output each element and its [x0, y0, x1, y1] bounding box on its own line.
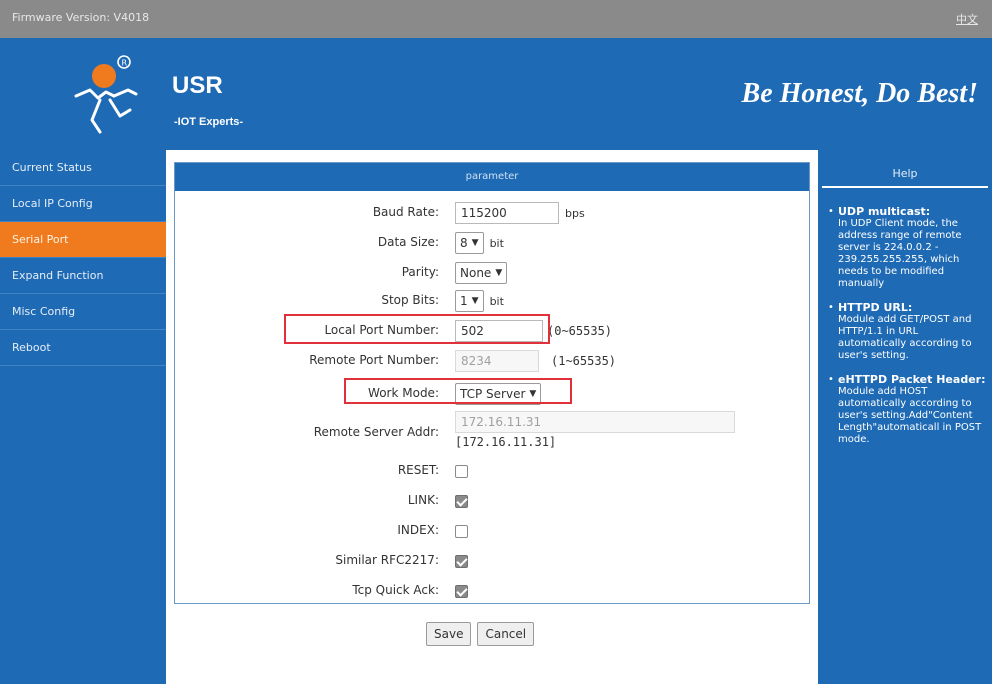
nav-item-current-status[interactable]: Current Status: [0, 150, 166, 186]
work-mode-highlight: [344, 378, 572, 404]
remote-port-row: Remote Port Number: 8234 (1~65535): [175, 349, 811, 373]
help-item-text: Module add GET/POST and HTTP/1.1 in URL …: [838, 314, 972, 361]
chevron-down-icon: ▼: [495, 268, 503, 278]
parity-row: Parity: None ▼: [175, 261, 811, 285]
baud-rate-label: Baud Rate:: [372, 205, 439, 219]
remote-server-current: [172.16.11.31]: [455, 435, 557, 449]
remote-port-input[interactable]: 8234: [455, 350, 539, 372]
local-port-highlight: [284, 314, 550, 344]
save-button[interactable]: Save: [426, 622, 472, 646]
link-checkbox[interactable]: [455, 494, 468, 508]
firmware-version: Firmware Version: V4018: [12, 11, 150, 24]
help-panel: Help UDP multicast: In UDP Client mode, …: [818, 150, 992, 684]
tcp-quick-ack-label: Tcp Quick Ack:: [352, 583, 439, 597]
svg-text:R: R: [122, 59, 128, 68]
sidebar-nav: Current Status Local IP Config Serial Po…: [0, 150, 166, 684]
stop-bits-label: Stop Bits:: [381, 293, 439, 307]
rfc2217-label: Similar RFC2217:: [335, 553, 439, 567]
cancel-button[interactable]: Cancel: [477, 622, 535, 646]
tcp-quick-ack-checkbox[interactable]: [455, 584, 468, 598]
link-label: LINK:: [407, 493, 439, 507]
slogan: Be Honest, Do Best!: [741, 78, 978, 109]
nav-item-misc-config[interactable]: Misc Config: [0, 294, 166, 330]
tcp-quick-ack-row: Tcp Quick Ack:: [175, 579, 811, 603]
stop-bits-row: Stop Bits: 1 ▼ bit: [175, 289, 811, 313]
brand-name: USR: [172, 72, 223, 99]
remote-port-range: (1~65535): [551, 354, 617, 368]
rfc2217-checkbox[interactable]: [455, 554, 468, 568]
stop-bits-value: 1: [460, 294, 468, 308]
rfc2217-row: Similar RFC2217:: [175, 549, 811, 573]
top-bar: Firmware Version: V4018 中文: [0, 0, 992, 38]
chevron-down-icon: ▼: [471, 296, 479, 306]
usr-logo-icon: R: [74, 55, 138, 134]
help-item-title: eHTTPD Packet Header:: [838, 373, 986, 386]
reset-row: RESET:: [175, 459, 811, 483]
help-title: Help: [822, 160, 988, 188]
help-item-text: In UDP Client mode, the address range of…: [838, 218, 962, 289]
reset-label: RESET:: [397, 463, 439, 477]
nav-item-serial-port[interactable]: Serial Port: [0, 222, 166, 258]
data-size-select[interactable]: 8 ▼: [455, 232, 484, 254]
index-checkbox[interactable]: [455, 524, 468, 538]
chevron-down-icon: ▼: [471, 238, 479, 248]
help-item-title: UDP multicast:: [838, 205, 931, 218]
stop-bits-select[interactable]: 1 ▼: [455, 290, 484, 312]
reset-checkbox[interactable]: [455, 464, 468, 478]
help-item: HTTPD URL: Module add GET/POST and HTTP/…: [828, 302, 988, 362]
remote-server-label: Remote Server Addr:: [313, 425, 439, 439]
remote-server-row: Remote Server Addr: 172.16.11.31 [172.16…: [175, 411, 811, 455]
help-item: eHTTPD Packet Header: Module add HOST au…: [828, 374, 988, 446]
baud-rate-unit: bps: [565, 206, 585, 220]
index-row: INDEX:: [175, 519, 811, 543]
link-row: LINK:: [175, 489, 811, 513]
data-size-unit: bit: [489, 236, 504, 250]
help-item-text: Module add HOST automatically according …: [838, 386, 982, 445]
header-banner: R USR -IOT Experts- Be Honest, Do Best!: [0, 38, 992, 150]
baud-rate-input[interactable]: 115200: [455, 202, 559, 224]
remote-server-input[interactable]: 172.16.11.31: [455, 411, 735, 433]
remote-port-label: Remote Port Number:: [309, 353, 439, 367]
panel-title: parameter: [175, 163, 809, 191]
help-body: UDP multicast: In UDP Client mode, the a…: [818, 206, 992, 458]
parity-select[interactable]: None ▼: [455, 262, 508, 284]
help-item-title: HTTPD URL:: [838, 301, 913, 314]
index-label: INDEX:: [397, 523, 439, 537]
brand-subtitle: -IOT Experts-: [174, 116, 244, 128]
nav-item-expand-function[interactable]: Expand Function: [0, 258, 166, 294]
parity-value: None: [460, 266, 492, 280]
nav-item-local-ip-config[interactable]: Local IP Config: [0, 186, 166, 222]
form-buttons: Save Cancel: [426, 622, 535, 646]
data-size-row: Data Size: 8 ▼ bit: [175, 231, 811, 255]
baud-rate-row: Baud Rate: 115200 bps: [175, 201, 811, 225]
stop-bits-unit: bit: [489, 294, 504, 308]
help-item: UDP multicast: In UDP Client mode, the a…: [828, 206, 988, 290]
local-port-range: (0~65535): [547, 324, 613, 338]
data-size-label: Data Size:: [377, 235, 439, 249]
language-switch-link[interactable]: 中文: [956, 11, 978, 27]
parity-label: Parity:: [401, 265, 439, 279]
data-size-value: 8: [460, 236, 468, 250]
nav-item-reboot[interactable]: Reboot: [0, 330, 166, 366]
